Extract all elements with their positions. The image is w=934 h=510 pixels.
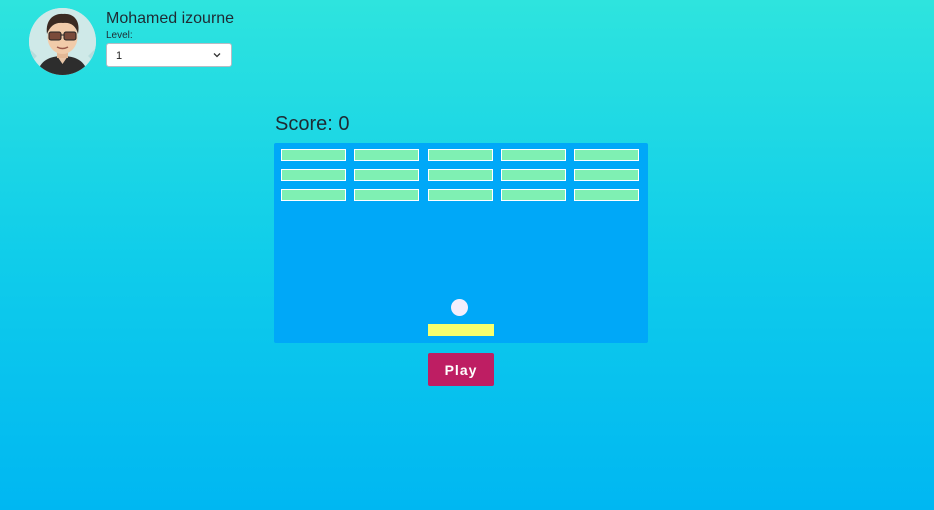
- score-display: Score: 0: [275, 113, 350, 135]
- brick: [428, 189, 493, 201]
- level-select-value: 1: [116, 50, 123, 62]
- brick: [281, 189, 346, 201]
- brick: [574, 149, 639, 161]
- brick: [354, 149, 419, 161]
- brick: [281, 169, 346, 181]
- play-button[interactable]: Play: [428, 353, 494, 386]
- chevron-down-icon: [213, 53, 221, 58]
- brick: [354, 189, 419, 201]
- username: Mohamed izourne: [106, 10, 235, 27]
- brick: [574, 169, 639, 181]
- brick: [501, 189, 566, 201]
- brick: [428, 149, 493, 161]
- brick: [574, 189, 639, 201]
- level-select[interactable]: 1: [106, 43, 232, 67]
- brick: [501, 169, 566, 181]
- brick: [428, 169, 493, 181]
- paddle[interactable]: [428, 324, 494, 336]
- ball: [451, 299, 468, 316]
- brick: [501, 149, 566, 161]
- level-label: Level:: [106, 30, 133, 41]
- game-board[interactable]: [274, 143, 648, 343]
- user-avatar-icon: [29, 8, 96, 75]
- brick: [281, 149, 346, 161]
- brick: [354, 169, 419, 181]
